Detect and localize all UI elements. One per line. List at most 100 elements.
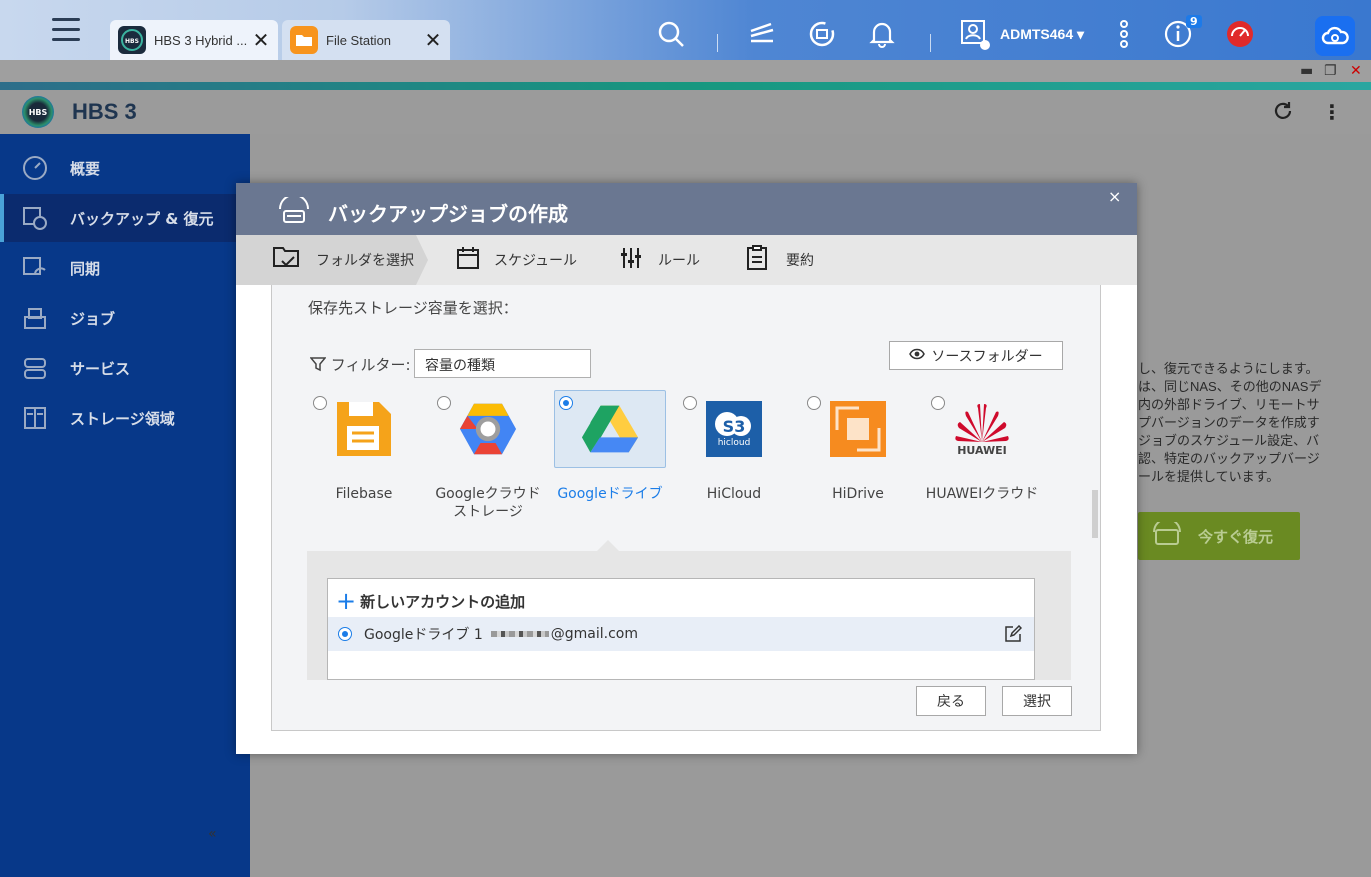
sidebar-item-label: 概要	[70, 159, 101, 178]
sliders-icon	[620, 246, 642, 274]
sidebar-item-sync[interactable]: 同期	[0, 244, 250, 292]
sync-status-icon[interactable]	[806, 18, 838, 50]
resource-monitor-icon[interactable]	[1224, 18, 1256, 50]
tab-hbs3[interactable]: HBS HBS 3 Hybrid ... ✕	[110, 20, 278, 60]
select-button[interactable]: 選択	[1002, 686, 1072, 716]
provider-huawei-cloud[interactable]: HUAWEI HUAWEIクラウド	[926, 390, 1038, 510]
provider-filebase[interactable]: Filebase	[308, 390, 420, 510]
hicloud-logo: S3 hicloud	[705, 400, 763, 458]
provider-hidrive[interactable]: HiDrive	[802, 390, 914, 510]
main-menu-icon[interactable]	[52, 18, 80, 48]
step-select-folder[interactable]: フォルダを選択	[272, 235, 414, 285]
more-options-icon[interactable]	[1108, 18, 1140, 50]
backup-drive-icon	[276, 194, 312, 229]
step-label: ルール	[658, 253, 700, 269]
provider-radio[interactable]	[559, 396, 573, 410]
dialog-header: バックアップジョブの作成 ×	[236, 183, 1137, 235]
provider-google-drive[interactable]: Googleドライブ	[554, 390, 666, 510]
description-line: ールを提供しています。	[1138, 469, 1280, 484]
step-label: 要約	[786, 253, 814, 269]
add-account-button[interactable]: + 新しいアカウントの追加	[336, 587, 525, 615]
sidebar-item-service[interactable]: サービス	[0, 344, 250, 392]
tab-label: HBS 3 Hybrid ...	[154, 32, 248, 48]
close-icon[interactable]: ✕	[424, 28, 442, 53]
sidebar-item-overview[interactable]: 概要	[0, 144, 250, 192]
provider-radio[interactable]	[683, 396, 697, 410]
job-icon	[0, 305, 70, 331]
sidebar-item-backup-restore[interactable]: バックアップ & 復元	[0, 194, 250, 242]
sidebar: 概要 バックアップ & 復元 同期 ジョブ サービス ストレージ領域	[0, 134, 250, 877]
scrollbar-thumb[interactable]	[1092, 490, 1098, 538]
sidebar-item-label: バックアップ & 復元	[70, 209, 214, 228]
user-icon[interactable]	[958, 18, 990, 50]
account-radio[interactable]	[338, 627, 352, 641]
description-line: し、復元できるようにします。	[1138, 361, 1319, 376]
restore-now-label: 今すぐ復元	[1198, 527, 1274, 546]
tab-label: File Station	[326, 32, 392, 48]
account-list: + 新しいアカウントの追加 Googleドライブ 1 @gmail.com	[327, 578, 1035, 680]
hbs-logo: HBS	[22, 96, 54, 128]
provider-radio[interactable]	[807, 396, 821, 410]
sidebar-item-job[interactable]: ジョブ	[0, 294, 250, 342]
google-drive-logo	[581, 400, 639, 458]
source-folder-button[interactable]: ソースフォルダー	[889, 341, 1063, 370]
provider-name: Googleドライブ	[557, 486, 663, 502]
restore-now-button[interactable]: 今すぐ復元	[1138, 512, 1300, 560]
description-line: 内の外部ドライブ、リモートサ	[1138, 397, 1320, 412]
collapse-sidebar-icon[interactable]: «	[208, 826, 217, 842]
more-options-icon[interactable]: ⋮	[1322, 100, 1342, 124]
hidrive-logo	[829, 400, 887, 458]
storage-type-filter-select[interactable]: 容量の種類	[414, 349, 591, 378]
sidebar-item-storage[interactable]: ストレージ領域	[0, 394, 250, 442]
back-button[interactable]: 戻る	[916, 686, 986, 716]
plus-icon: +	[336, 587, 357, 615]
backup-restore-icon	[0, 205, 70, 231]
service-icon	[0, 355, 70, 381]
provider-google-cloud-storage[interactable]: Googleクラウド ストレージ	[432, 390, 544, 520]
filter-label-group: フィルター:	[309, 354, 411, 375]
username[interactable]: ADMTS464 ▾	[1000, 26, 1084, 43]
tab-file-station[interactable]: File Station ✕	[282, 20, 450, 60]
bell-icon[interactable]	[866, 18, 898, 50]
create-backup-job-dialog: バックアップジョブの作成 × フォルダを選択 スケジュール ルール 要約 保存先…	[236, 183, 1137, 754]
accent-line	[0, 82, 1371, 90]
refresh-icon[interactable]	[1272, 100, 1294, 127]
close-icon[interactable]: ×	[1108, 187, 1121, 206]
step-schedule[interactable]: スケジュール	[456, 235, 577, 285]
background-task-icon[interactable]	[746, 18, 778, 50]
provider-radio[interactable]	[931, 396, 945, 410]
close-icon[interactable]: ✕	[252, 28, 270, 53]
add-account-label: 新しいアカウントの追加	[360, 592, 526, 611]
folder-app-icon	[290, 26, 318, 54]
provider-name: HiDrive	[832, 486, 884, 502]
myqnapcloud-icon[interactable]	[1315, 16, 1355, 56]
section-label: 保存先ストレージ容量を選択：	[308, 299, 518, 317]
provider-hicloud[interactable]: S3 hicloud HiCloud	[678, 390, 790, 510]
step-summary[interactable]: 要約	[746, 235, 814, 285]
dialog-title: バックアップジョブの作成	[328, 202, 568, 226]
folder-check-icon	[272, 245, 302, 275]
divider	[717, 34, 718, 52]
wizard-steps: フォルダを選択 スケジュール ルール 要約	[236, 235, 1137, 285]
minimize-icon[interactable]: ▬	[1300, 63, 1313, 79]
description-line: 認、特定のバックアップバージ	[1138, 451, 1320, 466]
account-row[interactable]: Googleドライブ 1 @gmail.com	[328, 617, 1034, 651]
selection-caret	[597, 540, 619, 551]
search-icon[interactable]	[655, 18, 687, 50]
divider	[930, 34, 931, 52]
clipboard-icon	[746, 245, 768, 275]
app-title: HBS 3	[72, 99, 137, 124]
google-cloud-logo	[459, 400, 517, 458]
eye-icon	[909, 348, 926, 364]
app-header	[0, 90, 1371, 134]
redacted-email-prefix	[490, 631, 549, 637]
step-rules[interactable]: ルール	[620, 235, 700, 285]
provider-radio[interactable]	[313, 396, 327, 410]
restore-window-icon[interactable]: ❐	[1324, 63, 1337, 79]
calendar-icon	[456, 246, 480, 274]
filebase-logo	[335, 400, 393, 458]
edit-icon[interactable]	[1004, 624, 1023, 647]
provider-radio[interactable]	[437, 396, 451, 410]
close-window-icon[interactable]: ✕	[1350, 63, 1362, 79]
step-label: フォルダを選択	[316, 253, 414, 269]
